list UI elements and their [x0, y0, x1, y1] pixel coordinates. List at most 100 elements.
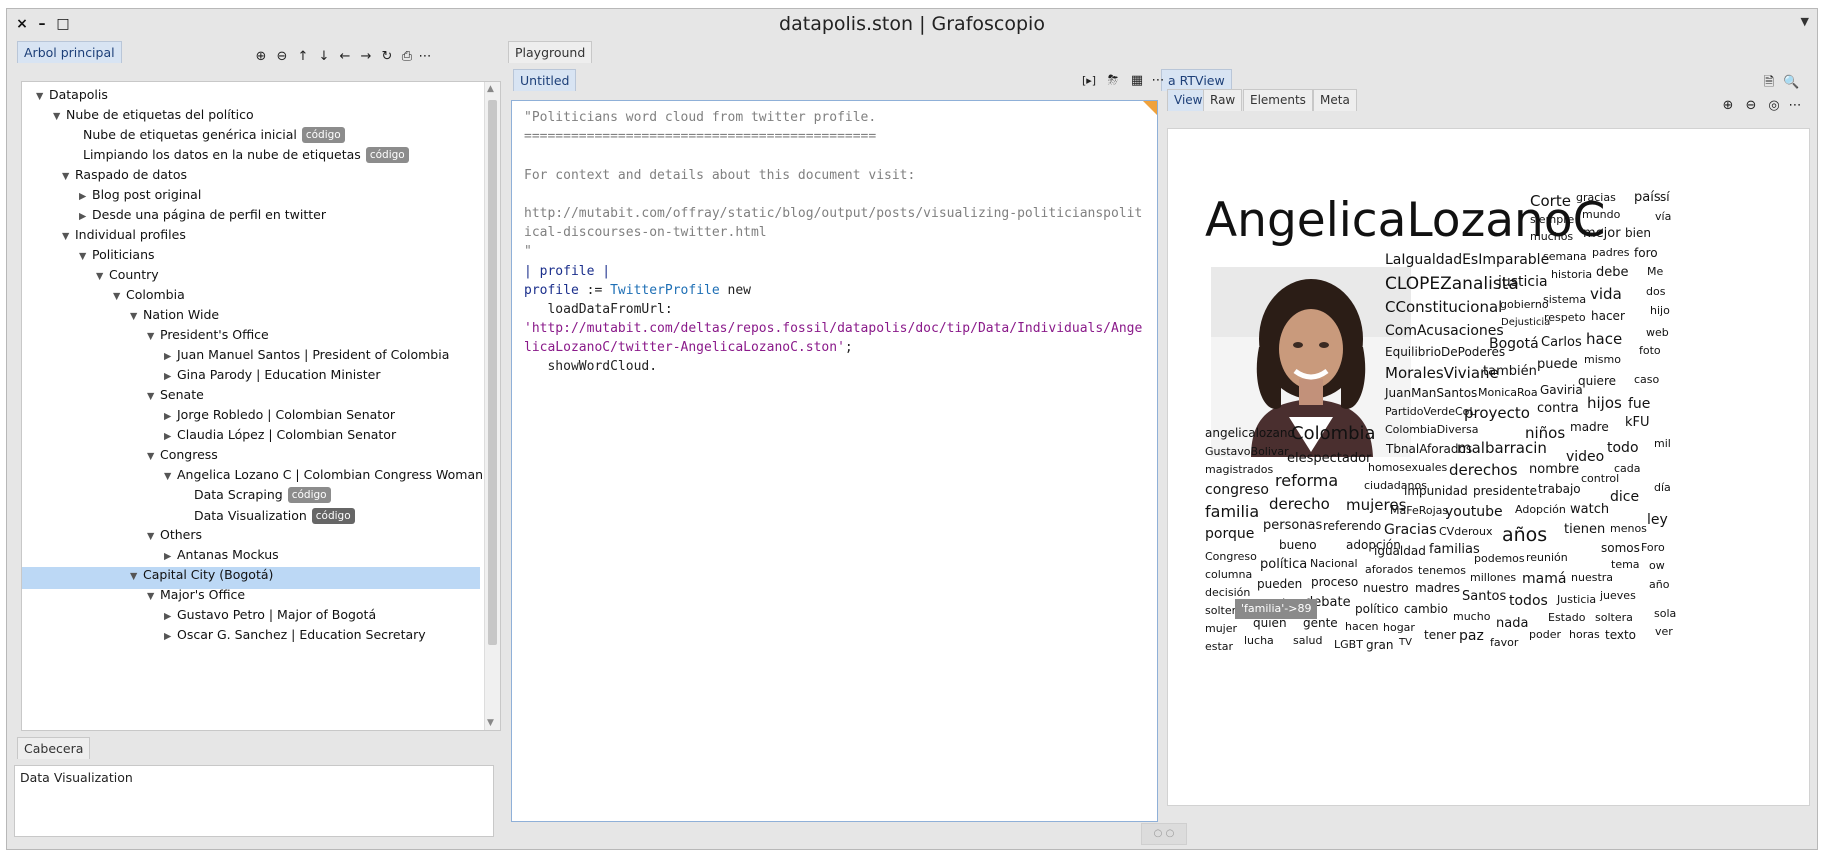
word-cloud-word[interactable]: Nacional [1310, 558, 1358, 569]
zoom-out-icon[interactable]: ⊖ [1743, 98, 1759, 114]
word-cloud-word[interactable]: muchos [1530, 231, 1573, 242]
tab-meta[interactable]: Meta [1313, 89, 1357, 111]
word-cloud-word[interactable]: kFU [1625, 416, 1650, 429]
word-cloud-word[interactable]: hace [1586, 332, 1622, 347]
tree-node[interactable]: ▶ Juan Manuel Santos | President of Colom… [164, 344, 449, 366]
tree-node[interactable]: ▼ Nube de etiquetas del político [53, 104, 254, 126]
word-cloud-word[interactable]: puede [1537, 358, 1578, 371]
word-cloud-word[interactable]: CConstitucional [1385, 300, 1502, 315]
word-cloud-word[interactable]: MaFeRojas [1390, 505, 1448, 516]
word-cloud-word[interactable]: PartidoVerdeCoL [1385, 406, 1476, 417]
word-cloud-word[interactable]: favor [1490, 637, 1518, 648]
word-cloud-word[interactable]: ow [1649, 560, 1665, 571]
word-cloud-word[interactable]: derecho [1269, 497, 1330, 512]
expanded-triangle-icon[interactable]: ▼ [96, 266, 109, 288]
word-cloud-word[interactable]: foro [1634, 247, 1658, 259]
word-cloud-word[interactable]: día [1654, 482, 1671, 493]
tree-node[interactable]: ▶ Jorge Robledo | Colombian Senator [164, 404, 395, 426]
word-cloud-word[interactable]: hijo [1650, 305, 1670, 316]
more-icon[interactable]: ⋯ [1150, 73, 1166, 89]
word-cloud-word[interactable]: web [1646, 327, 1669, 338]
tree-node[interactable]: ▶ Claudia López | Colombian Senator [164, 424, 396, 446]
word-cloud-word[interactable]: mundo [1582, 209, 1620, 220]
word-cloud-word[interactable]: gracias [1576, 192, 1616, 203]
word-cloud-word[interactable]: personas [1263, 519, 1322, 532]
rtview-canvas[interactable]: AngelicaLozanoC Corte gracias país sí siempre… [1167, 128, 1810, 806]
tree-node[interactable]: Nube de etiquetas genérica inicial código [70, 124, 345, 146]
word-cloud-word[interactable]: todos [1509, 594, 1548, 608]
tree-node[interactable]: ▼ Nation Wide [130, 304, 219, 326]
cabecera-field[interactable]: Data Visualization [14, 765, 494, 837]
expanded-triangle-icon[interactable]: ▼ [147, 446, 160, 468]
word-cloud-word[interactable]: Santos [1462, 590, 1506, 603]
more-icon[interactable]: ⋯ [417, 49, 433, 65]
word-cloud-word[interactable]: cambio [1404, 603, 1448, 615]
zoom-fit-icon[interactable]: ◎ [1766, 98, 1782, 114]
word-cloud-word[interactable]: mujer [1205, 623, 1237, 634]
export-icon[interactable]: ⎙ [399, 49, 415, 65]
search-icon[interactable]: 🔍 [1783, 75, 1799, 91]
tree-node[interactable]: ▼ Datapolis [36, 84, 108, 106]
move-down-icon[interactable]: ↓ [316, 49, 332, 65]
word-cloud-word[interactable]: madres [1415, 582, 1460, 594]
word-cloud-word[interactable]: ver [1655, 626, 1673, 637]
word-cloud-word[interactable]: madre [1570, 421, 1609, 433]
word-cloud-word[interactable]: ley [1647, 513, 1668, 527]
word-cloud-word[interactable]: youtube [1445, 505, 1503, 519]
tree-node[interactable]: ▶ Oscar G. Sanchez | Education Secretary [164, 624, 426, 646]
tree-node[interactable]: ▶ Desde una página de perfil en twitter [79, 204, 326, 226]
word-cloud-word[interactable]: salud [1293, 635, 1322, 646]
scroll-up-icon[interactable]: ▲ [487, 84, 494, 94]
tab-playground[interactable]: Playground [508, 41, 593, 63]
word-cloud-word[interactable]: reforma [1275, 473, 1338, 489]
word-cloud-word[interactable]: mamá [1522, 572, 1566, 586]
expanded-triangle-icon[interactable]: ▼ [113, 286, 126, 308]
word-cloud-word[interactable]: angelicalozano [1205, 427, 1295, 439]
word-cloud-word[interactable]: Congreso [1205, 551, 1257, 562]
tab-arbol-principal[interactable]: Arbol principal [17, 41, 122, 63]
word-cloud-word[interactable]: horas [1569, 629, 1600, 640]
word-cloud-word[interactable]: millones [1470, 572, 1516, 583]
tree-scrollbar[interactable]: ▲ ▼ [484, 82, 500, 730]
word-cloud-word[interactable]: Estado [1548, 612, 1585, 623]
word-cloud-word[interactable]: también [1483, 365, 1537, 378]
word-cloud-word[interactable]: ColombiaDiversa [1385, 424, 1479, 435]
more-icon[interactable]: ⋯ [1787, 98, 1803, 114]
word-cloud-word[interactable]: homosexuales [1368, 462, 1447, 473]
word-cloud-word[interactable]: padres [1592, 247, 1630, 258]
tree-node[interactable]: ▼ Individual profiles [62, 224, 186, 246]
word-cloud-word[interactable]: MoralesViviane [1385, 366, 1499, 381]
tree-node[interactable]: ▼ President's Office [147, 324, 269, 346]
window-menu-icon[interactable]: ▼ [1801, 15, 1809, 28]
tree-view[interactable]: ▼ Datapolis ▼ Nube de etiquetas del polític… [21, 81, 501, 731]
tab-cabecera[interactable]: Cabecera [17, 737, 91, 759]
code-editor[interactable]: "Politicians word cloud from twitter pro… [511, 100, 1158, 822]
word-cloud-word[interactable]: justicia [1498, 275, 1548, 289]
word-cloud-word[interactable]: historia [1551, 269, 1592, 280]
word-cloud-word[interactable]: malbarracin [1457, 441, 1547, 456]
word-cloud-word[interactable]: mil [1654, 438, 1671, 449]
word-cloud-word[interactable]: poder [1529, 629, 1561, 640]
tab-rtview[interactable]: a RTView [1161, 69, 1232, 91]
word-cloud-word[interactable]: Gaviria [1540, 384, 1583, 396]
word-cloud-word[interactable]: bien [1625, 227, 1651, 239]
word-cloud-word[interactable]: familia [1205, 504, 1259, 520]
collapsed-triangle-icon[interactable]: ▶ [164, 626, 177, 648]
pager-dots[interactable]: ○ ○ [1141, 823, 1187, 845]
word-cloud-word[interactable]: Dejusticia [1501, 318, 1550, 328]
scroll-down-icon[interactable]: ▼ [487, 718, 494, 728]
tree-node[interactable]: ▶ Blog post original [79, 184, 201, 206]
word-cloud-word[interactable]: GustavoBolivar [1205, 446, 1289, 457]
word-cloud-word[interactable]: EquilibrioDePoderes [1385, 346, 1505, 358]
word-cloud-word[interactable]: Carlos [1541, 336, 1582, 349]
cloud-icon[interactable]: ⛈ [1105, 73, 1121, 89]
word-cloud-word[interactable]: años [1502, 526, 1547, 545]
word-cloud-word[interactable]: dice [1610, 490, 1639, 504]
word-cloud-word[interactable]: fue [1628, 397, 1650, 411]
word-cloud-word[interactable]: tenemos [1418, 565, 1466, 576]
word-cloud-word[interactable]: trabajo [1538, 483, 1581, 495]
word-cloud-word[interactable]: watch [1570, 503, 1609, 516]
tree-node[interactable]: ▼ Raspado de datos [62, 164, 187, 186]
expanded-triangle-icon[interactable]: ▼ [147, 326, 160, 348]
tree-node[interactable]: ▼ Capital City (Bogotá) [130, 564, 273, 586]
